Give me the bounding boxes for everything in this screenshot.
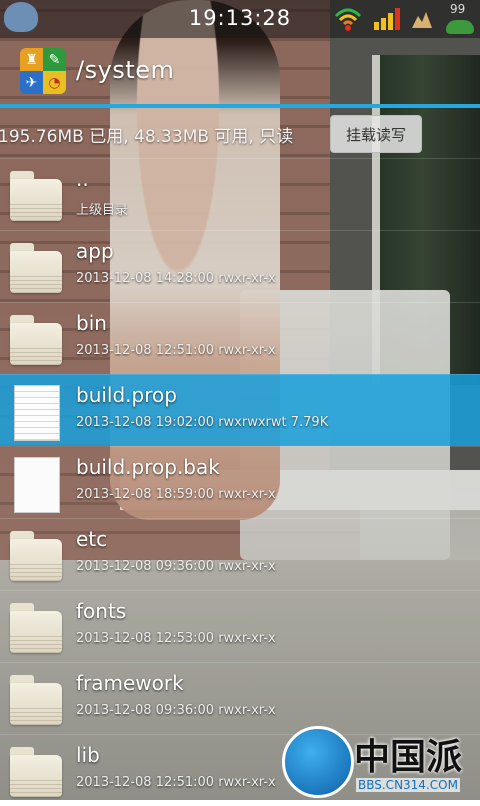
file-row[interactable]: .. 上级目录	[0, 158, 480, 230]
watermark-brand: 中国派	[354, 737, 463, 778]
file-name: bin	[76, 311, 107, 335]
file-row[interactable]: fonts 2013-12-08 12:53:00 rwxr-xr-x	[0, 590, 480, 662]
current-path: /system	[76, 56, 175, 84]
file-name: fonts	[76, 599, 127, 623]
file-row[interactable]: bin 2013-12-08 12:51:00 rwxr-xr-x	[0, 302, 480, 374]
battery-level: 99	[450, 2, 466, 16]
watermark-url: BBS.CN314.COM	[356, 778, 460, 792]
file-name: etc	[76, 527, 108, 551]
folder-icon	[8, 527, 64, 583]
signal-icon	[374, 6, 402, 30]
notification-icon	[412, 12, 432, 28]
file-meta: 2013-12-08 18:59:00 rwxr-xr-x	[76, 487, 276, 502]
storage-info-text: 195.76MB 已用, 48.33MB 可用, 只读	[0, 127, 294, 147]
file-manager-icon[interactable]: ♜ ✎ ✈ ◔	[20, 48, 66, 94]
file-name: build.prop	[76, 383, 177, 407]
file-meta: 2013-12-08 12:51:00 rwxr-xr-x	[76, 343, 276, 358]
file-meta: 上级目录	[76, 203, 129, 218]
file-meta: 2013-12-08 09:36:00 rwxr-xr-x	[76, 559, 276, 574]
folder-icon	[8, 599, 64, 655]
folder-icon	[8, 167, 64, 223]
file-name: build.prop.bak	[76, 455, 220, 479]
file-name: framework	[76, 671, 184, 695]
watermark-logo	[282, 726, 354, 798]
file-meta: 2013-12-08 14:28:00 rwxr-xr-x	[76, 271, 276, 286]
watermark: 中国派 BBS.CN314.COM	[282, 722, 480, 800]
file-meta: 2013-12-08 19:02:00 rwxrwxrwt 7.79K	[76, 415, 329, 430]
file-row[interactable]: build.prop 2013-12-08 19:02:00 rwxrwxrwt …	[0, 374, 480, 446]
file-name: ..	[76, 167, 89, 191]
file-meta: 2013-12-08 12:51:00 rwxr-xr-x	[76, 775, 276, 790]
file-name: app	[76, 239, 114, 263]
file-meta: 2013-12-08 12:53:00 rwxr-xr-x	[76, 631, 276, 646]
clock: 19:13:28	[188, 6, 292, 30]
wifi-icon	[334, 8, 362, 31]
file-list: .. 上级目录 app 2013-12-08 14:28:00 rwxr-xr-x bi…	[0, 158, 480, 806]
folder-icon	[8, 311, 64, 367]
battery-icon: 99	[444, 2, 476, 34]
file-row[interactable]: etc 2013-12-08 09:36:00 rwxr-xr-x	[0, 518, 480, 590]
path-header: ♜ ✎ ✈ ◔ /system	[0, 38, 480, 104]
text-file-icon	[8, 383, 64, 441]
file-name: lib	[76, 743, 100, 767]
file-row[interactable]: build.prop.bak 2013-12-08 18:59:00 rwxr-x…	[0, 446, 480, 518]
file-row[interactable]: app 2013-12-08 14:28:00 rwxr-xr-x	[0, 230, 480, 302]
mount-rw-button[interactable]: 挂载读写	[330, 115, 422, 153]
folder-icon	[8, 239, 64, 295]
folder-icon	[8, 743, 64, 799]
file-icon	[8, 455, 64, 513]
file-meta: 2013-12-08 09:36:00 rwxr-xr-x	[76, 703, 276, 718]
folder-icon	[8, 671, 64, 727]
status-bar: 19:13:28 99	[0, 0, 480, 38]
